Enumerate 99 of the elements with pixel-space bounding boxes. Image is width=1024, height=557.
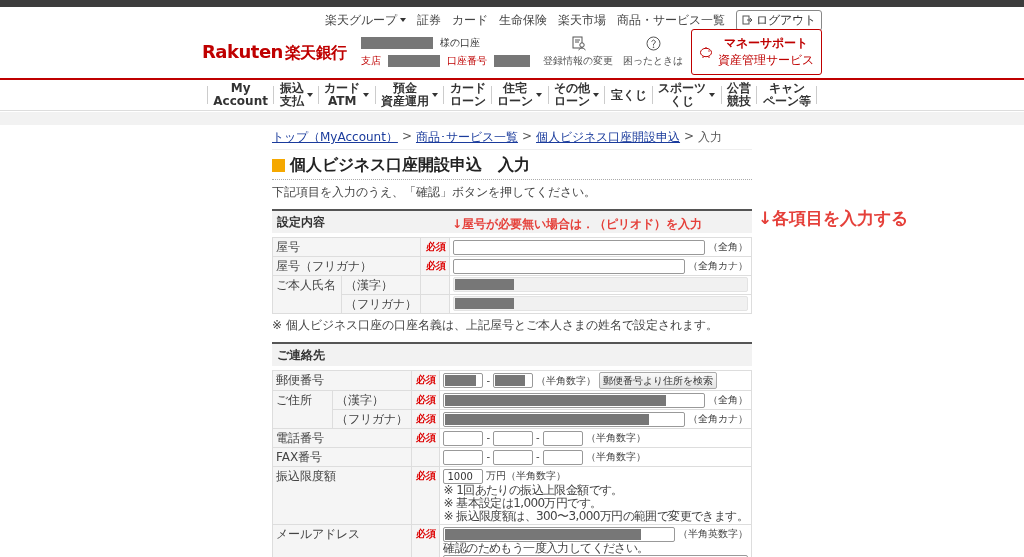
dash-separator: - [536,450,540,464]
piggy-bank-icon [699,46,713,58]
breadcrumb-current: 入力 [698,129,723,146]
unit-hint: （全角カナ） [688,259,748,273]
breadcrumb-separator: > [401,129,412,145]
field-label: FAX番号 [276,450,323,464]
top-link[interactable]: 生命保険 [499,11,547,29]
dash-separator: - [486,431,491,445]
dash-separator: - [486,450,491,464]
input-field[interactable] [443,411,685,427]
input-field[interactable] [542,430,583,446]
nav-item[interactable]: 預金 資産運用 [375,82,444,108]
dash-separator: - [486,373,491,388]
intro-text: 下記項目を入力のうえ、「確認」ボタンを押してください。 [272,184,597,201]
page-title: 個人ビジネス口座開設申込 入力 [290,155,530,176]
required-label: 必須 [416,528,437,539]
input-field[interactable] [443,430,484,446]
input-field[interactable] [453,239,705,255]
unit-hint: （半角数字） [585,431,646,445]
input-field[interactable]: 1000 [443,468,484,484]
breadcrumb-separator: > [521,129,533,145]
input-field[interactable] [542,449,583,465]
input-field[interactable] [443,373,484,388]
nav-item[interactable]: 振込 支払 [274,82,318,108]
redaction-bar [387,55,440,67]
input-field[interactable] [443,526,675,542]
top-link[interactable]: 楽天グループ [325,11,406,29]
nav-item[interactable]: 公営 競技 [721,82,757,108]
field-note: 確認のためもう一度入力してください。 [443,542,650,555]
field-note: ※ 1回あたりの振込上限金額です。 [443,484,624,497]
account-number-label: 口座番号 [446,54,487,68]
field-label: 郵便番号 [276,373,324,387]
profile-card-icon [570,36,586,51]
nav-item[interactable]: スポーツ くじ [652,82,721,108]
annotation-text: ↓各項目を入力する [758,207,909,230]
top-link[interactable]: 証券 [417,11,441,29]
top-link[interactable]: 商品・サービス一覧 [617,11,725,29]
search-address-button[interactable]: 郵便番号より住所を検索 [599,372,718,389]
field-label: 屋号 [276,240,300,254]
account-suffix: 様の口座 [439,36,480,50]
field-label: ご住所 [276,393,312,407]
field-label: 屋号（フリガナ） [276,259,372,273]
input-field[interactable] [443,449,484,465]
field-note: ※ 基本設定は1,000万円です。 [443,497,602,510]
help-icon [645,36,661,51]
unit-hint: （半角数字） [536,373,597,388]
field-label: ご本人氏名 [276,278,336,292]
annotation-text: ↓屋号が必要無い場合は．（ピリオド）を入力 [452,216,703,233]
logout-button[interactable]: ログアウト [736,9,822,31]
dash-separator: - [536,431,540,445]
nav-item[interactable]: 宝くじ [605,88,652,102]
branch-label: 支店 [360,54,381,68]
bank-logo[interactable]: Rakuten楽天銀行 [202,40,347,64]
input-field[interactable] [493,430,534,446]
redaction-bar [493,55,530,67]
required-label: 必須 [416,413,437,424]
required-label: 必須 [416,470,437,481]
breadcrumb-link[interactable]: トップ（MyAccount） [272,129,398,146]
header-action[interactable]: 困ったときは [623,36,683,68]
unit-hint: 万円（半角数字） [486,469,567,483]
top-link[interactable]: 楽天市場 [558,11,606,29]
unit-hint: （半角数字） [585,450,646,464]
required-label: 必須 [416,394,437,405]
unit-hint: （全角） [708,393,748,407]
title-marker-icon [272,159,285,172]
nav-item[interactable]: カード ローン [444,82,491,108]
field-sublabel: （漢字） [336,393,385,407]
nav-item[interactable]: 住宅 ローン [491,82,548,108]
field-label: メールアドレス [276,527,360,541]
unit-hint: （半角英数字） [678,527,748,541]
required-label: 必須 [416,374,437,385]
breadcrumb-separator: > [684,129,695,145]
input-field[interactable] [493,373,534,388]
section-header: ご連絡先 [272,342,752,366]
top-link[interactable]: カード [452,11,488,29]
logout-icon [742,15,752,25]
nav-item[interactable]: その他 ローン [548,82,605,108]
breadcrumb-link[interactable]: 個人ビジネス口座開設申込 [536,129,681,146]
nav-item[interactable]: カード ATM [318,82,375,108]
nav-item[interactable]: My Account [208,82,274,108]
breadcrumb-link[interactable]: 商品･サービス一覧 [415,129,518,146]
field-note: ※ 振込限度額は、300〜3,000万円の範囲で変更できます。 [443,510,748,523]
field-sublabel: （フリガナ） [345,297,417,311]
input-field[interactable] [443,392,705,408]
input-field[interactable] [453,258,685,274]
required-label: 必須 [416,432,437,443]
unit-hint: （全角カナ） [688,412,748,426]
required-label: 必須 [426,260,446,271]
input-field[interactable] [493,449,534,465]
field-label: 振込限度額 [276,469,336,483]
field-sublabel: （フリガナ） [336,412,409,426]
header-action[interactable]: 登録情報の変更 [543,36,613,68]
nav-item[interactable]: キャン ペーン等 [757,82,816,108]
field-label: 電話番号 [276,431,324,445]
money-support-button[interactable]: マネーサポート 資産管理サービス [691,29,822,75]
field-sublabel: （漢字） [345,278,393,292]
section-note: ※ 個人ビジネス口座の口座名義は、上記屋号とご本人さまの姓名で設定されます。 [272,317,719,334]
required-label: 必須 [426,241,446,252]
unit-hint: （全角） [708,240,748,254]
